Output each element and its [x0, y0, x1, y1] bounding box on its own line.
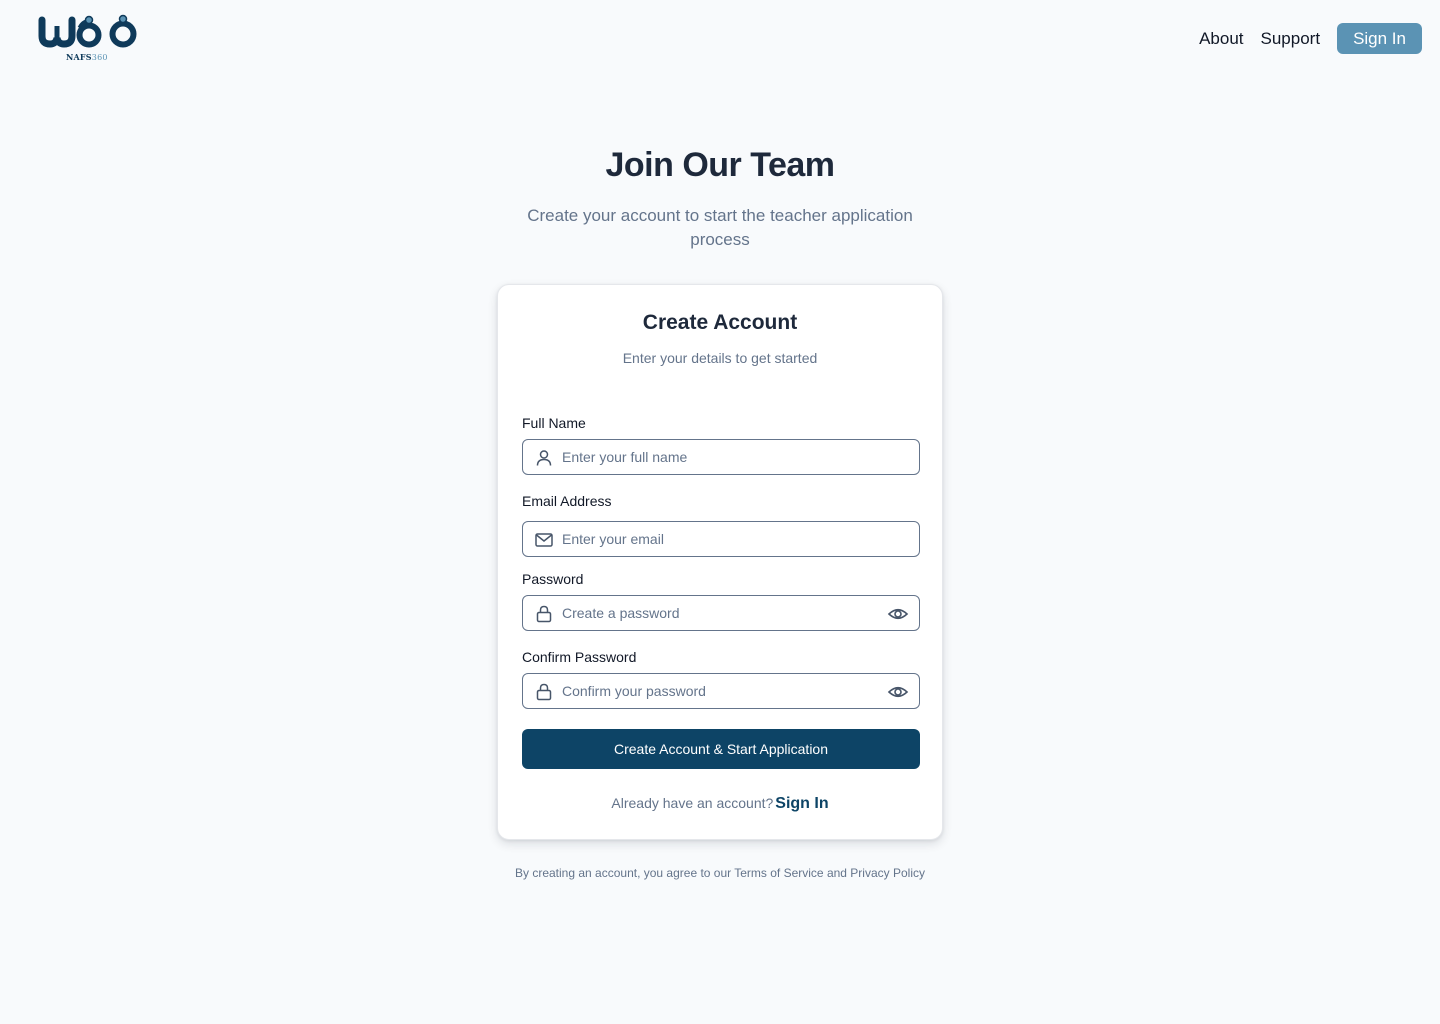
- password-field[interactable]: [522, 595, 920, 631]
- nav-sign-in-button[interactable]: Sign In: [1337, 23, 1422, 54]
- email-input[interactable]: [562, 522, 872, 556]
- page-title: Join Our Team: [605, 146, 835, 184]
- create-account-card: Create Account Enter your details to get…: [497, 284, 943, 840]
- logo[interactable]: NAFS360: [36, 14, 142, 64]
- email-field[interactable]: [522, 521, 920, 557]
- user-icon: [536, 450, 552, 466]
- sign-in-prompt-text: Already have an account?: [611, 795, 774, 811]
- card-title: Create Account: [642, 311, 798, 334]
- mail-icon: [535, 533, 553, 547]
- top-bar: NAFS360 About Support Sign In: [0, 0, 1440, 80]
- full-name-field[interactable]: [522, 439, 920, 475]
- logo-wordmark: NAFS360: [66, 52, 108, 62]
- confirm-password-field[interactable]: [522, 673, 920, 709]
- logo-mark-icon: [38, 14, 137, 48]
- sign-in-prompt: Already have an account? Sign In: [498, 795, 942, 813]
- confirm-password-label: Confirm Password: [522, 649, 637, 665]
- show-confirm-password-eye-icon[interactable]: [887, 681, 909, 703]
- password-input[interactable]: [562, 596, 872, 630]
- full-name-label: Full Name: [522, 415, 586, 431]
- email-label: Email Address: [522, 493, 612, 509]
- confirm-password-input[interactable]: [562, 674, 872, 708]
- lock-icon: [536, 683, 552, 701]
- terms-notice: By creating an account, you agree to our…: [515, 866, 925, 880]
- lock-icon: [536, 605, 552, 623]
- sign-in-link[interactable]: Sign In: [775, 795, 828, 812]
- create-account-button[interactable]: Create Account & Start Application: [522, 729, 920, 769]
- show-password-eye-icon[interactable]: [887, 603, 909, 625]
- page-subtitle: Create your account to start the teacher…: [527, 206, 913, 249]
- top-nav: About Support Sign In: [1199, 23, 1422, 54]
- nav-about-link[interactable]: About: [1199, 29, 1243, 49]
- card-subtitle: Enter your details to get started: [622, 350, 818, 366]
- password-label: Password: [522, 571, 584, 587]
- nav-support-link[interactable]: Support: [1261, 29, 1321, 49]
- full-name-input[interactable]: [562, 440, 872, 474]
